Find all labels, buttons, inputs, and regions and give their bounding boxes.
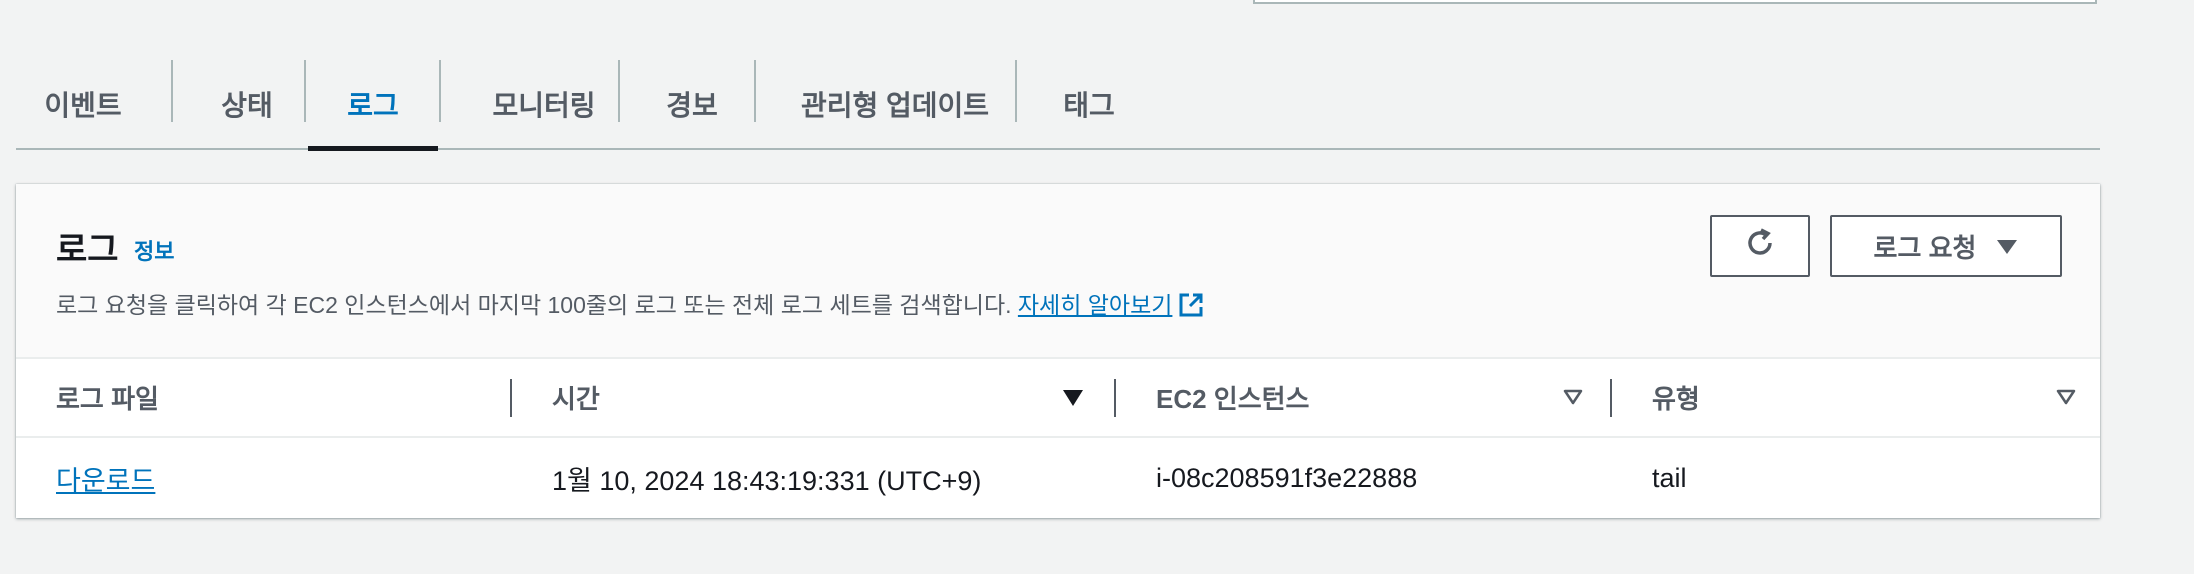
learn-more-link[interactable]: 자세히 알아보기 [1018, 292, 1205, 318]
tab-bar: 이벤트 상태 로그 모니터링 경보 관리형 업데이트 태그 [16, 60, 2100, 151]
log-file-cell: 다운로드 [56, 438, 155, 518]
table-row: 다운로드 1월 10, 2024 18:43:19:331 (UTC+9) i-… [16, 438, 2100, 518]
tab-divider [304, 60, 306, 122]
request-logs-button[interactable]: 로그 요청 [1830, 215, 2062, 277]
column-resizer[interactable] [510, 379, 512, 417]
sort-icon[interactable] [1563, 389, 1583, 410]
column-resizer[interactable] [1610, 379, 1612, 417]
time-cell: 1월 10, 2024 18:43:19:331 (UTC+9) [552, 465, 982, 496]
tab-divider [754, 60, 756, 122]
column-resizer[interactable] [1114, 379, 1116, 417]
refresh-icon [1743, 226, 1777, 267]
tab-logs[interactable]: 로그 [308, 60, 438, 151]
column-header-type[interactable]: 유형 [1652, 359, 1700, 436]
column-header-log-file: 로그 파일 [56, 384, 159, 414]
download-link[interactable]: 다운로드 [56, 459, 155, 498]
request-logs-label: 로그 요청 [1873, 232, 1977, 263]
caret-down-icon [1996, 231, 2018, 262]
panel-description: 로그 요청을 클릭하여 각 EC2 인스턴스에서 마지막 100줄의 로그 또는… [56, 286, 1204, 324]
refresh-button[interactable] [1710, 215, 1810, 277]
tab-divider [439, 60, 441, 122]
tab-tags[interactable]: 태그 [1046, 60, 1132, 148]
sort-descending-icon[interactable] [1062, 389, 1084, 412]
tab-managed-updates[interactable]: 관리형 업데이트 [780, 60, 1010, 148]
logs-panel-header: 로그 정보 로그 요청을 클릭하여 각 EC2 인스턴스에서 마지막 100줄의… [16, 184, 2100, 359]
column-header-time[interactable]: 시간 [552, 359, 600, 436]
logs-panel: 로그 정보 로그 요청을 클릭하여 각 EC2 인스턴스에서 마지막 100줄의… [16, 184, 2100, 518]
info-link[interactable]: 정보 [134, 234, 174, 266]
tab-divider [618, 60, 620, 122]
external-link-icon [1178, 292, 1204, 324]
tab-events[interactable]: 이벤트 [40, 60, 126, 148]
tab-monitoring[interactable]: 모니터링 [460, 60, 628, 148]
instance-cell: i-08c208591f3e22888 [1156, 462, 1418, 493]
panel-title: 로그 [56, 231, 119, 269]
description-text: 로그 요청을 클릭하여 각 EC2 인스턴스에서 마지막 100줄의 로그 또는… [56, 292, 1012, 318]
table-header: 로그 파일 시간 EC2 인스턴스 유형 [16, 359, 2100, 438]
sort-icon[interactable] [2056, 389, 2076, 410]
type-cell: tail [1652, 462, 1687, 493]
upper-panel-edge [1253, 0, 2097, 4]
learn-more-label: 자세히 알아보기 [1017, 292, 1173, 318]
tab-divider [171, 60, 173, 122]
page-edge [2174, 0, 2194, 574]
tab-alarms[interactable]: 경보 [652, 60, 732, 148]
tab-health[interactable]: 상태 [212, 60, 282, 148]
column-header-ec2-instance[interactable]: EC2 인스턴스 [1156, 359, 1309, 436]
tab-divider [1015, 60, 1017, 122]
